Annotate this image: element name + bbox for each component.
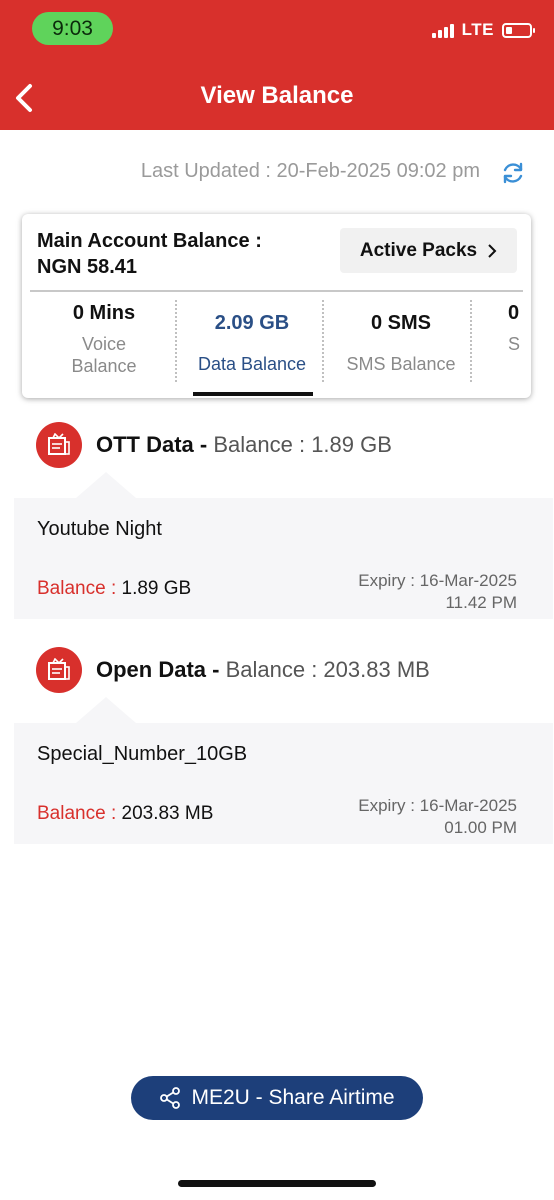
battery-icon bbox=[502, 22, 535, 38]
section-ott-data-header: OTT Data - Balance : 1.89 GB bbox=[36, 422, 392, 468]
last-updated-text: Last Updated : 20-Feb-2025 09:02 pm bbox=[140, 160, 480, 182]
sms-balance-label: SMS Balance bbox=[346, 354, 456, 374]
partial-tile-value: 0 bbox=[508, 302, 520, 324]
home-indicator[interactable] bbox=[178, 1180, 376, 1187]
section-balance: Balance : 203.83 MB bbox=[225, 657, 430, 682]
partial-tile-label: S bbox=[508, 334, 521, 354]
tile-data-balance[interactable]: 2.09 GB Data Balance bbox=[182, 302, 322, 375]
pack-name: Special_Number_10GB bbox=[37, 743, 248, 765]
pack-card-youtube-night[interactable]: Youtube Night Balance : 1.89 GB Expiry :… bbox=[14, 472, 553, 619]
panel-notch bbox=[76, 697, 136, 723]
network-type: LTE bbox=[461, 20, 494, 39]
panel-notch bbox=[76, 472, 136, 498]
refresh-icon[interactable] bbox=[500, 160, 526, 186]
share-icon bbox=[160, 1087, 181, 1109]
pack-card-special-number[interactable]: Special_Number_10GB Balance : 203.83 MB … bbox=[14, 697, 553, 844]
active-packs-label: Active Packs bbox=[359, 239, 478, 261]
sms-balance-value: 0 SMS bbox=[370, 312, 432, 334]
tile-voice-balance[interactable]: 0 Mins Voice Balance bbox=[37, 302, 171, 377]
tile-separator bbox=[470, 300, 472, 382]
tile-sms-balance[interactable]: 0 SMS SMS Balance bbox=[326, 302, 476, 375]
package-icon bbox=[36, 647, 82, 693]
tile-separator bbox=[175, 300, 177, 382]
main-account-balance: Main Account Balance : NGN 58.41 bbox=[37, 228, 262, 280]
expiry-date: Expiry : 16-Mar-2025 bbox=[358, 796, 517, 815]
page-title: View Balance bbox=[200, 82, 354, 109]
pack-expiry: Expiry : 16-Mar-2025 11.42 PM bbox=[358, 570, 517, 614]
pack-balance-value: 1.89 GB bbox=[121, 578, 192, 599]
tile-separator bbox=[322, 300, 324, 382]
status-indicators: LTE bbox=[431, 20, 535, 40]
main-balance-amount: NGN 58.41 bbox=[37, 256, 138, 278]
voice-label-line1: Voice bbox=[81, 334, 127, 354]
pack-balance-label: Balance : bbox=[37, 578, 117, 599]
app-header: 9:03 LTE View Balance bbox=[0, 0, 554, 130]
balance-card: Main Account Balance : NGN 58.41 Active … bbox=[22, 214, 531, 398]
pack-expiry: Expiry : 16-Mar-2025 01.00 PM bbox=[358, 795, 517, 839]
package-icon bbox=[36, 422, 82, 468]
tile-partial[interactable]: 0 S bbox=[508, 302, 531, 355]
section-balance: Balance : 1.89 GB bbox=[213, 432, 392, 457]
section-title: Open Data - Balance : 203.83 MB bbox=[96, 657, 430, 683]
selected-tab-underline bbox=[193, 392, 313, 396]
pack-balance-label: Balance : bbox=[37, 803, 117, 824]
data-balance-value: 2.09 GB bbox=[214, 312, 290, 334]
expiry-date: Expiry : 16-Mar-2025 bbox=[358, 571, 517, 590]
pack-balance-value: 203.83 MB bbox=[121, 803, 214, 824]
battery-level bbox=[506, 26, 512, 34]
expiry-time: 11.42 PM bbox=[445, 593, 517, 612]
share-airtime-label: ME2U - Share Airtime bbox=[191, 1086, 395, 1109]
section-title: OTT Data - Balance : 1.89 GB bbox=[96, 432, 392, 458]
chevron-right-icon bbox=[488, 243, 497, 258]
card-divider bbox=[30, 290, 523, 292]
data-balance-label: Data Balance bbox=[197, 354, 307, 374]
voice-label-line2: Balance bbox=[71, 356, 137, 376]
active-packs-button[interactable]: Active Packs bbox=[340, 228, 517, 273]
pack-name: Youtube Night bbox=[37, 518, 162, 540]
signal-icon bbox=[431, 22, 454, 38]
voice-balance-value: 0 Mins bbox=[72, 302, 136, 324]
section-name: Open Data - bbox=[96, 657, 220, 682]
share-airtime-button[interactable]: ME2U - Share Airtime bbox=[131, 1076, 423, 1120]
main-balance-title: Main Account Balance : bbox=[37, 230, 262, 252]
expiry-time: 01.00 PM bbox=[444, 818, 517, 837]
pack-balance: Balance : 203.83 MB bbox=[37, 803, 213, 825]
status-time: 9:03 bbox=[32, 12, 113, 45]
voice-balance-label: Voice Balance bbox=[37, 333, 171, 377]
section-open-data-header: Open Data - Balance : 203.83 MB bbox=[36, 647, 430, 693]
pack-balance: Balance : 1.89 GB bbox=[37, 578, 191, 600]
section-name: OTT Data - bbox=[96, 432, 208, 457]
